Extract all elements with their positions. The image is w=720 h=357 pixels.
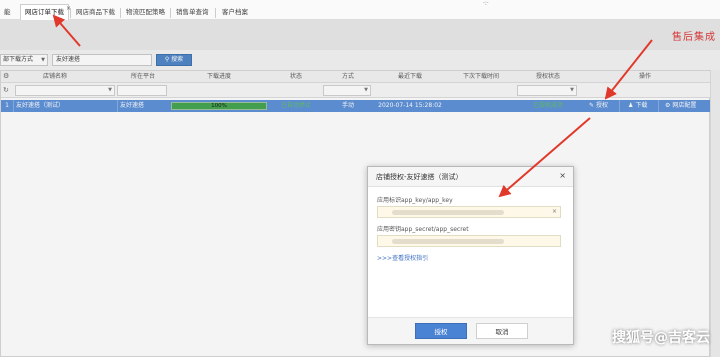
- modal-overlay: [0, 20, 720, 357]
- tab-online-order-download[interactable]: 网店订单下载 ×: [20, 4, 71, 20]
- close-icon[interactable]: ×: [559, 171, 566, 180]
- tab-label: 网店订单下载: [25, 8, 64, 16]
- auth-guide-link[interactable]: >>>查看授权指引: [377, 253, 428, 262]
- masked-value: [392, 210, 504, 215]
- top-marker: ·:·: [483, 0, 489, 7]
- tab-logistics-strategy[interactable]: 物流匹配策略: [122, 5, 169, 20]
- app-key-label: 应用标识app_key/app_key: [377, 197, 453, 204]
- dialog-header: 店铺授权-友好速搭（测试） ×: [368, 167, 573, 187]
- app-key-input[interactable]: ×: [377, 206, 561, 218]
- tab-divider: [120, 8, 121, 18]
- tab-divider: [170, 8, 171, 18]
- cancel-button[interactable]: 取消: [476, 323, 528, 339]
- app-secret-label: 应用密钥app_secret/app_secret: [377, 226, 469, 233]
- tab-partial[interactable]: 能: [0, 5, 15, 20]
- tab-customer-archive[interactable]: 客户档案: [218, 5, 252, 20]
- watermark: 搜狐号@吉客云: [612, 330, 710, 346]
- tab-bar: 能 网店订单下载 × 网店商品下载 物流匹配策略 销售单查询 客户档案 ·:·: [0, 0, 720, 20]
- dialog-title: 店铺授权-友好速搭（测试）: [376, 173, 463, 181]
- tab-sales-query[interactable]: 销售单查询: [172, 5, 213, 20]
- tab-divider: [70, 8, 71, 18]
- tab-divider: [215, 8, 216, 18]
- tab-online-product-download[interactable]: 网店商品下载: [72, 5, 119, 20]
- authorize-button[interactable]: 授权: [415, 323, 467, 339]
- clear-icon[interactable]: ×: [552, 208, 557, 215]
- store-auth-dialog: 店铺授权-友好速搭（测试） × 应用标识app_key/app_key × 应用…: [367, 166, 574, 345]
- app-secret-input[interactable]: [377, 235, 561, 247]
- masked-value: [392, 239, 504, 244]
- dialog-footer: 授权 取消: [368, 317, 573, 344]
